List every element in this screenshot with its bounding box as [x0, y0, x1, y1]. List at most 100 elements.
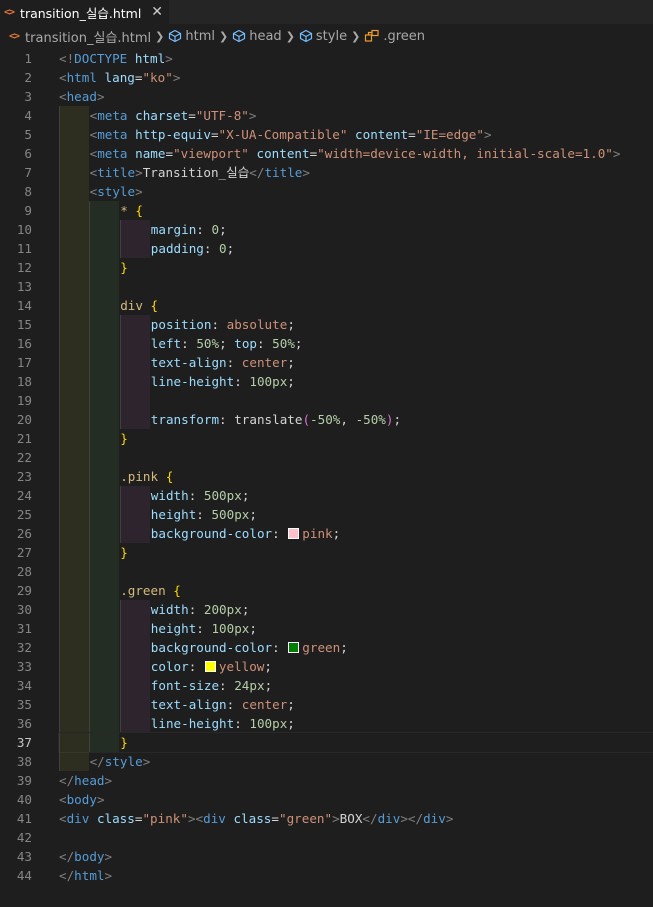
- code-token: {: [173, 583, 181, 598]
- code-line[interactable]: 40 <body>: [0, 790, 653, 809]
- code-line[interactable]: 12}: [0, 258, 653, 277]
- code-line[interactable]: 18 line-height: 100px;: [0, 372, 653, 391]
- breadcrumb-file[interactable]: <> transition_실습.html: [9, 27, 151, 46]
- code-line[interactable]: 44 </html>: [0, 866, 653, 885]
- indent-guide: [89, 524, 119, 543]
- indent-guide: [59, 372, 89, 391]
- code-token: 50%: [196, 336, 220, 351]
- code-line[interactable]: 16 left: 50%; top: 50%;: [0, 334, 653, 353]
- indent-guide-line: [59, 277, 60, 296]
- code-line[interactable]: 43 </body>: [0, 847, 653, 866]
- code-line[interactable]: 15 position: absolute;: [0, 315, 653, 334]
- code-line[interactable]: 38 </style>: [0, 752, 653, 771]
- code-line[interactable]: 35 text-align: center;: [0, 695, 653, 714]
- code-line[interactable]: 5 <meta http-equiv="X-UA-Compatible" cont…: [0, 125, 653, 144]
- tab-transition-html[interactable]: <> transition_실습.html ✕: [0, 0, 170, 24]
- indent-guide-line: [89, 581, 90, 600]
- code-token: >: [302, 165, 310, 180]
- code-line[interactable]: 4 <meta charset="UTF-8">: [0, 106, 653, 125]
- code-line[interactable]: 21}: [0, 429, 653, 448]
- indent-guide: [59, 220, 89, 239]
- code-line[interactable]: 36 line-height: 100px;: [0, 714, 653, 733]
- code-token: </: [59, 849, 75, 864]
- code-token: html: [66, 70, 97, 85]
- code-line[interactable]: 29 .green {: [0, 581, 653, 600]
- line-number: 23: [16, 469, 32, 484]
- indent-guide: [120, 334, 150, 353]
- code-line[interactable]: 24 width: 500px;: [0, 486, 653, 505]
- code-token: BOX: [339, 811, 363, 826]
- code-line[interactable]: 41 <div class="pink"><div class="green">B…: [0, 809, 653, 828]
- code-line[interactable]: 37}: [0, 732, 653, 753]
- color-swatch-yellow[interactable]: [204, 661, 216, 672]
- line-number: 10: [16, 222, 32, 237]
- code-line[interactable]: 11 padding: 0;: [0, 239, 653, 258]
- code-line[interactable]: 10 margin: 0;: [0, 220, 653, 239]
- code-line[interactable]: 20 transform: translate(-50%, -50%);: [0, 410, 653, 429]
- code-line[interactable]: 22: [0, 448, 653, 467]
- code-line[interactable]: 9 * {: [0, 201, 653, 220]
- code-line[interactable]: 23 .pink {: [0, 467, 653, 486]
- code-text: div {: [120, 296, 158, 315]
- indent-guide: [89, 429, 119, 448]
- breadcrumb-style[interactable]: style: [299, 29, 347, 44]
- code-text: transform: translate(-50%, -50%);: [151, 410, 401, 429]
- code-line[interactable]: 8 <style>: [0, 182, 653, 201]
- indent-guide-line: [89, 220, 90, 239]
- code-token: body: [74, 849, 105, 864]
- code-line[interactable]: 26 background-color: pink;: [0, 524, 653, 543]
- chevron-right-icon: ❯: [285, 29, 295, 43]
- indent-guide: [89, 258, 119, 277]
- indent-guide: [59, 410, 89, 429]
- code-line[interactable]: 39 </head>: [0, 771, 653, 790]
- code-token: height: [150, 621, 197, 636]
- code-line[interactable]: 7 <title>Transition_실습</title>: [0, 163, 653, 182]
- indent-guide-line: [89, 258, 90, 277]
- code-token: :: [188, 602, 204, 617]
- code-line[interactable]: 33 color: yellow;: [0, 657, 653, 676]
- indent-guide-line: [120, 315, 121, 334]
- code-line[interactable]: 3 <head>: [0, 87, 653, 106]
- code-text: line-height: 100px;: [151, 714, 295, 733]
- code-line[interactable]: 14 div {: [0, 296, 653, 315]
- line-number: 27: [16, 545, 32, 560]
- line-number: 20: [16, 412, 32, 427]
- code-line[interactable]: 13: [0, 277, 653, 296]
- code-token: 0: [219, 241, 227, 256]
- code-line[interactable]: 31 height: 100px;: [0, 619, 653, 638]
- code-line[interactable]: 19: [0, 391, 653, 410]
- code-token: :: [219, 678, 235, 693]
- code-editor[interactable]: 1 <!DOCTYPE html> 2 <html lang="ko"> 3 <head>…: [0, 49, 653, 907]
- code-line[interactable]: 32 background-color: green;: [0, 638, 653, 657]
- code-token: ></: [400, 811, 424, 826]
- breadcrumb-html[interactable]: html: [168, 29, 215, 44]
- code-token: <!: [59, 51, 75, 66]
- line-number: 3: [24, 89, 32, 104]
- breadcrumb-head[interactable]: head: [232, 29, 282, 44]
- color-swatch-pink[interactable]: [288, 528, 300, 539]
- code-line[interactable]: 30 width: 200px;: [0, 600, 653, 619]
- close-icon[interactable]: ✕: [151, 4, 163, 20]
- code-line[interactable]: 1 <!DOCTYPE html>: [0, 49, 653, 68]
- code-token: transform: [150, 412, 220, 427]
- code-line[interactable]: 6 <meta name="viewport" content="width=de…: [0, 144, 653, 163]
- code-line[interactable]: 2 <html lang="ko">: [0, 68, 653, 87]
- code-line[interactable]: 34 font-size: 24px;: [0, 676, 653, 695]
- color-swatch-green[interactable]: [288, 642, 300, 653]
- code-line[interactable]: 27}: [0, 543, 653, 562]
- indent-guide: [120, 315, 150, 334]
- code-line[interactable]: 42: [0, 828, 653, 847]
- code-token: ><: [187, 811, 204, 826]
- code-token: 500px: [211, 507, 250, 522]
- indent-guide-line: [59, 410, 60, 429]
- code-line[interactable]: 17 text-align: center;: [0, 353, 653, 372]
- indent-guide-line: [59, 391, 60, 410]
- breadcrumb-green[interactable]: .green: [364, 29, 425, 44]
- code-line[interactable]: 28: [0, 562, 653, 581]
- tab-bar: <> transition_실습.html ✕: [0, 0, 653, 24]
- indent-guide-line: [89, 448, 90, 467]
- indent-guide: [59, 239, 89, 258]
- indent-guide: [89, 467, 119, 486]
- code-line[interactable]: 25 height: 500px;: [0, 505, 653, 524]
